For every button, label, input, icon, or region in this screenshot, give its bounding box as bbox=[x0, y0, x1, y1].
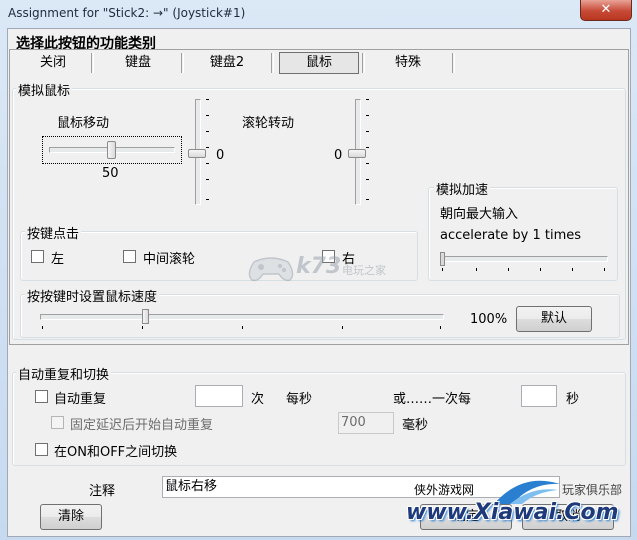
delay-start-checkbox[interactable] bbox=[51, 416, 64, 429]
comment-label: 注释 bbox=[89, 484, 116, 499]
k73-sub: 电玩之家 bbox=[342, 264, 386, 277]
repeat-legend: 自动重复和切换 bbox=[16, 364, 112, 383]
accel-track bbox=[440, 256, 608, 262]
tab-mouse[interactable]: 鼠标 bbox=[280, 54, 358, 72]
tick bbox=[476, 268, 477, 271]
mouse-move-thumb[interactable] bbox=[106, 141, 116, 159]
auto-repeat-checkbox[interactable] bbox=[35, 390, 48, 403]
mouse-move-vertical-value: 0 bbox=[216, 148, 225, 163]
close-icon: ✕ bbox=[600, 2, 612, 17]
xiawai-logo: www.Xiawai.Com bbox=[406, 500, 619, 525]
tick bbox=[366, 115, 369, 116]
tick bbox=[206, 115, 209, 116]
click-middle-label: 中间滚轮 bbox=[143, 252, 196, 267]
k73-watermark: k73 电玩之家 bbox=[246, 250, 406, 286]
tick bbox=[540, 268, 541, 271]
tab-separator bbox=[271, 53, 274, 73]
tick bbox=[206, 147, 209, 148]
click-legend: 按键点击 bbox=[25, 223, 82, 242]
tick bbox=[206, 99, 209, 100]
tick bbox=[142, 326, 143, 329]
click-left-label: 左 bbox=[51, 252, 65, 267]
auto-repeat-label: 自动重复 bbox=[54, 392, 107, 407]
tick bbox=[604, 268, 605, 271]
times-input[interactable] bbox=[195, 385, 243, 407]
gamepad-icon bbox=[248, 257, 294, 282]
mouse-move-vertical-slider[interactable] bbox=[186, 95, 212, 209]
tab-special[interactable]: 特殊 bbox=[370, 54, 446, 72]
per-second-label: 每秒 bbox=[286, 392, 313, 407]
accel-legend: 模拟加速 bbox=[434, 179, 491, 198]
clear-button[interactable]: 清除 bbox=[40, 504, 102, 530]
title-bar[interactable]: Assignment for "Stick2: →" (Joystick#1) bbox=[0, 0, 637, 28]
accel-line2: accelerate by 1 times bbox=[440, 228, 582, 243]
tick bbox=[206, 199, 209, 200]
xiawai-right: 玩家俱乐部 bbox=[562, 483, 623, 497]
tick bbox=[206, 163, 209, 164]
tick bbox=[366, 163, 369, 164]
speed-thumb[interactable] bbox=[142, 309, 149, 324]
wheel-value: 0 bbox=[334, 148, 343, 163]
times-unit: 次 bbox=[251, 392, 265, 407]
speed-legend: 按按键时设置鼠标速度 bbox=[25, 286, 160, 305]
tab-separator bbox=[181, 53, 184, 73]
speed-value: 100% bbox=[470, 312, 508, 327]
tick bbox=[366, 179, 369, 180]
tab-separator bbox=[91, 53, 94, 73]
mouse-move-label: 鼠标移动 bbox=[57, 116, 110, 131]
xiawai-top: 侠外游戏网 bbox=[414, 483, 475, 497]
tab-separator bbox=[452, 53, 455, 73]
wheel-label: 滚轮转动 bbox=[242, 116, 295, 131]
tick bbox=[440, 326, 441, 329]
tick bbox=[206, 179, 209, 180]
seconds-unit: 秒 bbox=[566, 392, 580, 407]
speed-slider[interactable] bbox=[36, 306, 446, 332]
xiawai-watermark: 侠外游戏网 玩家俱乐部 www.Xiawai.Com bbox=[404, 476, 636, 538]
close-button[interactable]: ✕ bbox=[580, 0, 632, 21]
or-once-every-label: 或……一次每 bbox=[393, 392, 472, 407]
tick bbox=[508, 268, 509, 271]
tick bbox=[206, 131, 209, 132]
tick bbox=[242, 326, 243, 329]
mouse-emulation-legend: 模拟鼠标 bbox=[16, 80, 73, 99]
tick bbox=[366, 147, 369, 148]
k73-logo: k73 bbox=[296, 254, 342, 279]
accel-thumb[interactable] bbox=[440, 252, 445, 266]
tick bbox=[366, 199, 369, 200]
click-left-checkbox[interactable] bbox=[31, 250, 44, 263]
mouse-move-slider[interactable] bbox=[42, 136, 182, 164]
tab-separator bbox=[362, 53, 365, 73]
accel-slider[interactable] bbox=[436, 250, 610, 276]
tick bbox=[366, 99, 369, 100]
tick bbox=[342, 326, 343, 329]
tick bbox=[42, 326, 43, 329]
wheel-thumb[interactable] bbox=[348, 149, 366, 158]
delay-start-label: 固定延迟后开始自动重复 bbox=[70, 418, 214, 433]
window-title: Assignment for "Stick2: →" (Joystick#1) bbox=[8, 6, 246, 20]
seconds-input[interactable] bbox=[521, 385, 557, 407]
speed-default-button[interactable]: 默认 bbox=[516, 306, 592, 332]
ms-unit: 毫秒 bbox=[402, 418, 429, 433]
tab-keyboard[interactable]: 键盘 bbox=[100, 54, 176, 72]
click-middle-checkbox[interactable] bbox=[123, 250, 136, 263]
tick bbox=[366, 131, 369, 132]
wheel-slider[interactable] bbox=[346, 95, 372, 209]
accel-line1: 朝向最大输入 bbox=[440, 207, 519, 222]
mouse-move-value: 50 bbox=[102, 166, 119, 181]
tick bbox=[442, 268, 443, 271]
delay-ms-input[interactable]: 700 bbox=[338, 412, 394, 434]
toggle-label: 在ON和OFF之间切换 bbox=[54, 445, 178, 460]
tick bbox=[572, 268, 573, 271]
tab-off[interactable]: 关闭 bbox=[20, 54, 86, 72]
toggle-checkbox[interactable] bbox=[35, 443, 48, 456]
tab-keyboard2[interactable]: 键盘2 bbox=[188, 54, 266, 72]
speed-track bbox=[40, 314, 444, 320]
mouse-move-vertical-thumb[interactable] bbox=[188, 149, 206, 158]
